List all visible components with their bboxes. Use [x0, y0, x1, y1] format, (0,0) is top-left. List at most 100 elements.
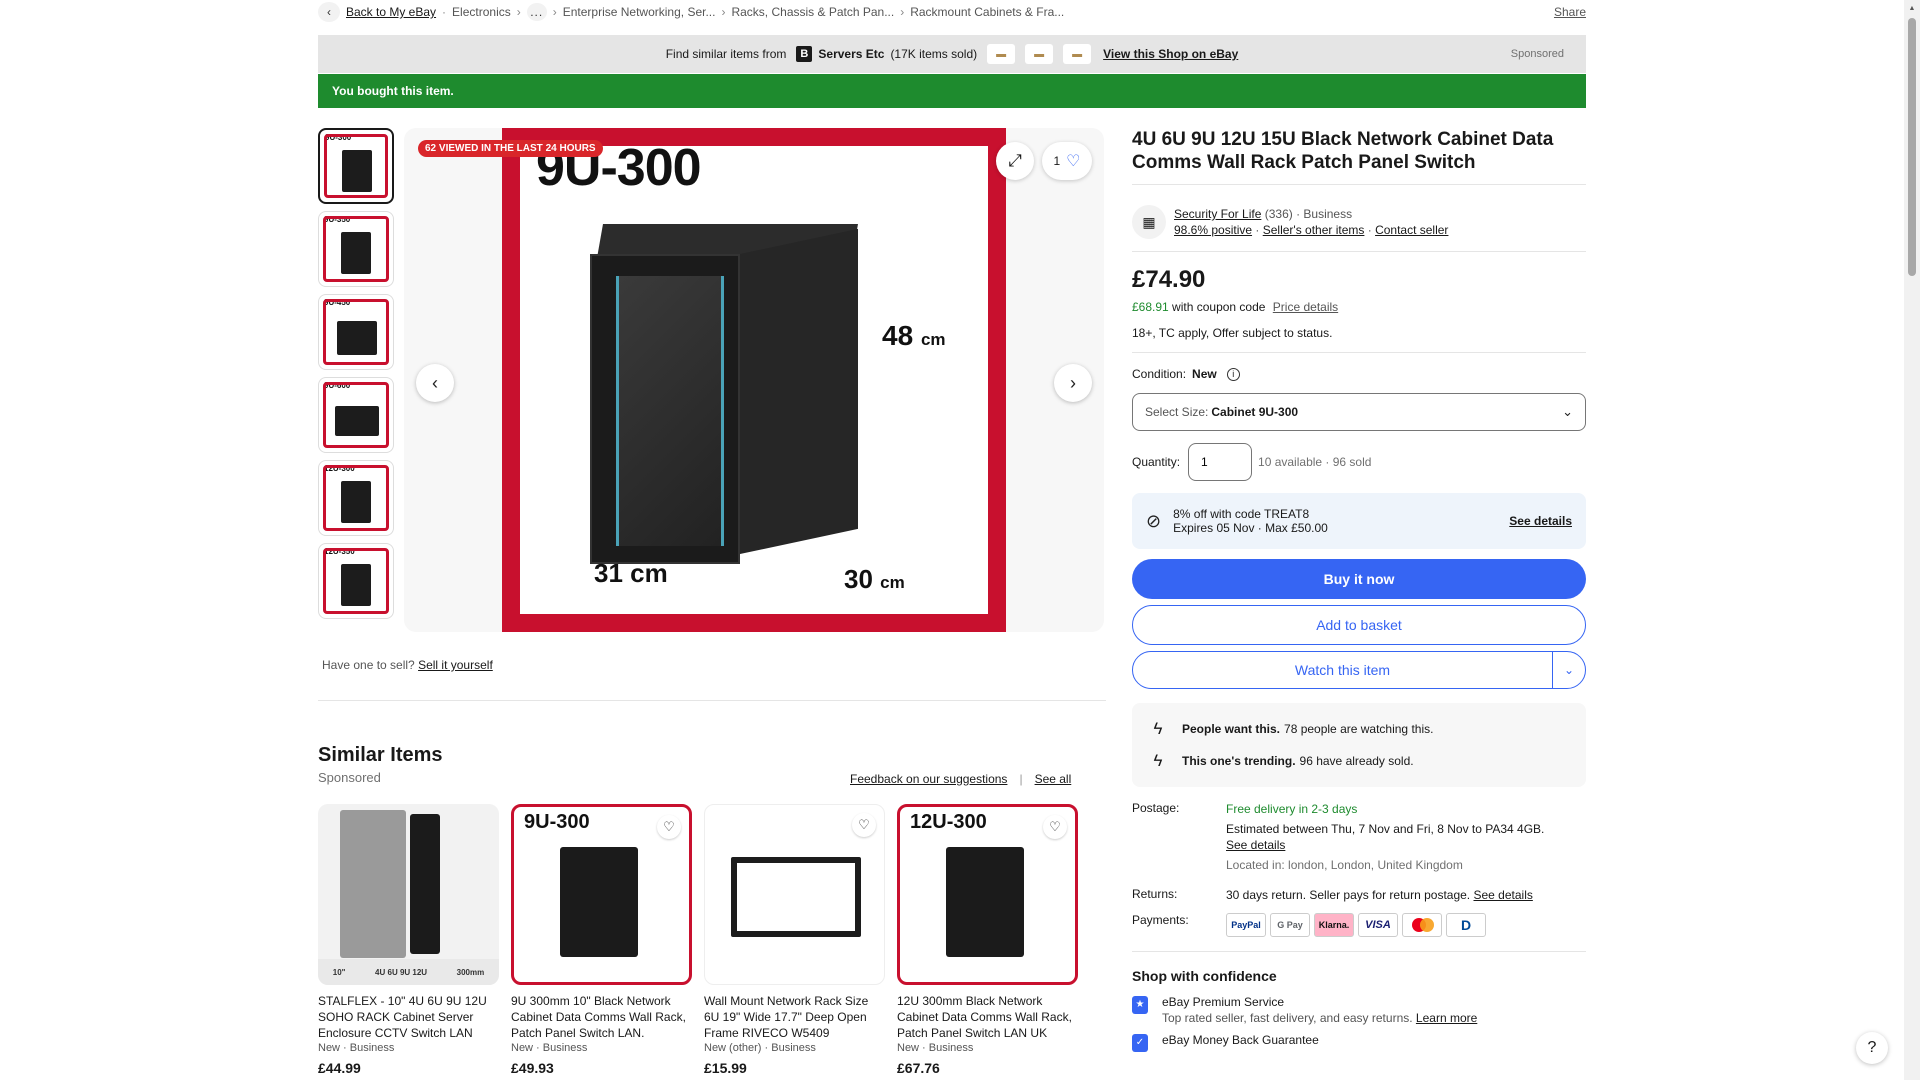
watch-heart-button[interactable]: 1 ♡: [1042, 142, 1092, 180]
store-item-thumbnail[interactable]: ▬: [987, 44, 1016, 64]
condition-row: Condition: New i: [1132, 367, 1586, 381]
breadcrumb-electronics[interactable]: Electronics: [452, 5, 511, 19]
similar-item-image[interactable]: 9U-300 ♡: [511, 804, 692, 985]
page-scrollbar[interactable]: ▲: [1904, 0, 1920, 1080]
payment-icons: PayPal G Pay Klarna. VISA D: [1226, 913, 1586, 937]
scrollbar-thumb[interactable]: [1908, 18, 1916, 276]
watch-options-button[interactable]: ⌄: [1553, 652, 1585, 688]
similar-item-title[interactable]: 12U 300mm Black Network Cabinet Data Com…: [897, 993, 1078, 1041]
scroll-up-arrow-icon[interactable]: ▲: [1904, 0, 1920, 16]
store-promo-banner: Find similar items from B Servers Etc (1…: [318, 35, 1586, 73]
similar-item-price: £49.93: [511, 1060, 554, 1076]
similar-item-card[interactable]: 10" 4U 6U 9U 12U 300mm STALFLEX - 10" 4U…: [318, 804, 499, 1076]
breadcrumb-racks-chassis[interactable]: Racks, Chassis & Patch Pan...: [731, 5, 894, 19]
height-dimension-label: 48 cm: [882, 320, 946, 352]
height-dimension-value: 48: [882, 320, 914, 351]
coupon-price-line: £68.91 with coupon code Price details: [1132, 300, 1586, 314]
postage-label: Postage:: [1132, 801, 1180, 815]
contact-seller-link[interactable]: Contact seller: [1375, 223, 1448, 237]
watch-heart-button[interactable]: ♡: [852, 813, 876, 837]
expand-image-button[interactable]: ⤢: [996, 142, 1034, 180]
store-item-thumbnail[interactable]: ▬: [1025, 44, 1054, 64]
similar-item-image-label: 12U-300: [910, 811, 987, 833]
quantity-availability: 10 available · 96 sold: [1258, 455, 1372, 469]
quantity-input[interactable]: [1188, 443, 1253, 481]
gallery-thumbnail[interactable]: 12U-350: [318, 543, 394, 619]
chevron-left-icon: ‹: [432, 372, 438, 393]
sellers-other-items-link[interactable]: Seller's other items: [1263, 223, 1365, 237]
height-dimension-unit: cm: [920, 330, 946, 349]
gallery-thumbnail[interactable]: 9U-450: [318, 294, 394, 370]
chevron-left-icon[interactable]: ‹: [318, 2, 340, 22]
back-to-my-ebay-link[interactable]: Back to My eBay: [346, 5, 436, 19]
divider: [1132, 352, 1586, 353]
next-image-button[interactable]: ›: [1054, 364, 1092, 402]
cabinet-front: [590, 254, 740, 564]
coupon-offer-box: ⊘ 8% off with code TREAT8 Expires 05 Nov…: [1132, 493, 1586, 549]
gallery-thumbnail[interactable]: 9U-300: [318, 128, 394, 204]
heart-icon: ♡: [1066, 153, 1081, 170]
watch-this-item-button[interactable]: Watch this item: [1133, 652, 1553, 688]
cabinet-thumbnail-image: [342, 150, 372, 192]
similar-item-card[interactable]: ♡ Wall Mount Network Rack Size 6U 19" Wi…: [704, 804, 885, 1076]
watch-heart-button[interactable]: ♡: [657, 815, 681, 839]
similar-item-title[interactable]: Wall Mount Network Rack Size 6U 19" Wide…: [704, 993, 885, 1041]
cabinet-side: [740, 228, 858, 554]
previous-image-button[interactable]: ‹: [416, 364, 454, 402]
similar-item-title[interactable]: STALFLEX - 10" 4U 6U 9U 12U SOHO RACK Ca…: [318, 993, 499, 1041]
gallery-thumbnail[interactable]: 9U-350: [318, 211, 394, 287]
paypal-icon: PayPal: [1226, 913, 1266, 937]
store-name[interactable]: Servers Etc: [818, 47, 884, 61]
cabinet-thumbnail-image: [341, 481, 371, 523]
breadcrumb-enterprise-networking[interactable]: Enterprise Networking, Ser...: [563, 5, 716, 19]
condition-label: Condition:: [1132, 367, 1187, 381]
buy-it-now-button[interactable]: Buy it now: [1132, 559, 1586, 599]
visa-icon: VISA: [1358, 913, 1398, 937]
gallery-thumbnail[interactable]: 12U-300: [318, 460, 394, 536]
size-select[interactable]: Select Size: Cabinet 9U-300 ⌄: [1132, 393, 1586, 431]
coupon-see-details-link[interactable]: See details: [1509, 514, 1572, 528]
cabinet-image: [946, 847, 1024, 957]
sell-it-yourself-link[interactable]: Sell it yourself: [418, 658, 493, 672]
similar-item-card[interactable]: 12U-300 ♡ 12U 300mm Black Network Cabine…: [897, 804, 1078, 1076]
money-back-title: eBay Money Back Guarantee: [1162, 1033, 1319, 1047]
view-shop-link[interactable]: View this Shop on eBay: [1103, 47, 1238, 61]
returns-see-details-link[interactable]: See details: [1473, 888, 1532, 902]
see-all-link[interactable]: See all: [1035, 772, 1072, 786]
similar-item-price: £67.76: [897, 1060, 940, 1076]
add-to-basket-button[interactable]: Add to basket: [1132, 605, 1586, 645]
main-product-image[interactable]: 62 VIEWED IN THE LAST 24 HOURS 9U-300 48…: [404, 128, 1104, 632]
depth-dimension-label: 30 cm: [844, 564, 905, 595]
similar-item-title[interactable]: 9U 300mm 10" Black Network Cabinet Data …: [511, 993, 692, 1041]
store-item-thumbnail[interactable]: ▬: [1063, 44, 1092, 64]
free-delivery-text: Free delivery in 2-3 days: [1226, 802, 1358, 816]
similar-items-carousel: 10" 4U 6U 9U 12U 300mm STALFLEX - 10" 4U…: [318, 804, 1078, 1076]
info-icon[interactable]: i: [1226, 367, 1240, 381]
watch-heart-button[interactable]: ♡: [1043, 815, 1067, 839]
heart-icon: ♡: [858, 817, 870, 832]
learn-more-link[interactable]: Learn more: [1416, 1011, 1477, 1025]
help-button[interactable]: ?: [1856, 1032, 1888, 1064]
share-link[interactable]: Share: [1554, 5, 1586, 19]
gallery-thumbnail[interactable]: 9U-600: [318, 377, 394, 453]
similar-item-card[interactable]: 9U-300 ♡ 9U 300mm 10" Black Network Cabi…: [511, 804, 692, 1076]
feedback-suggestions-link[interactable]: Feedback on our suggestions: [850, 772, 1007, 786]
positive-feedback-link[interactable]: 98.6% positive: [1174, 223, 1252, 237]
select-size-label: Select Size:: [1145, 405, 1209, 419]
similar-item-image[interactable]: ♡: [704, 804, 885, 985]
item-location: Located in: london, London, United Kingd…: [1226, 858, 1463, 872]
similar-item-image[interactable]: 12U-300 ♡: [897, 804, 1078, 985]
breadcrumb-separator: ›: [721, 5, 726, 19]
signal-bold: People want this.: [1182, 722, 1281, 736]
breadcrumb-rackmount-cabinets[interactable]: Rackmount Cabinets & Fra...: [910, 5, 1064, 19]
breadcrumb-more-button[interactable]: ...: [526, 3, 547, 21]
divider: [1132, 184, 1586, 185]
price-details-link[interactable]: Price details: [1273, 300, 1338, 314]
google-pay-icon: G Pay: [1270, 913, 1310, 937]
seller-name-link[interactable]: Security For Life: [1174, 207, 1261, 221]
postage-see-details-link[interactable]: See details: [1226, 838, 1285, 852]
similar-item-image[interactable]: 10" 4U 6U 9U 12U 300mm: [318, 804, 499, 985]
store-icon[interactable]: ▦: [1132, 205, 1166, 239]
cabinet-image: [560, 847, 638, 957]
expand-icon: ⤢: [1008, 151, 1022, 170]
